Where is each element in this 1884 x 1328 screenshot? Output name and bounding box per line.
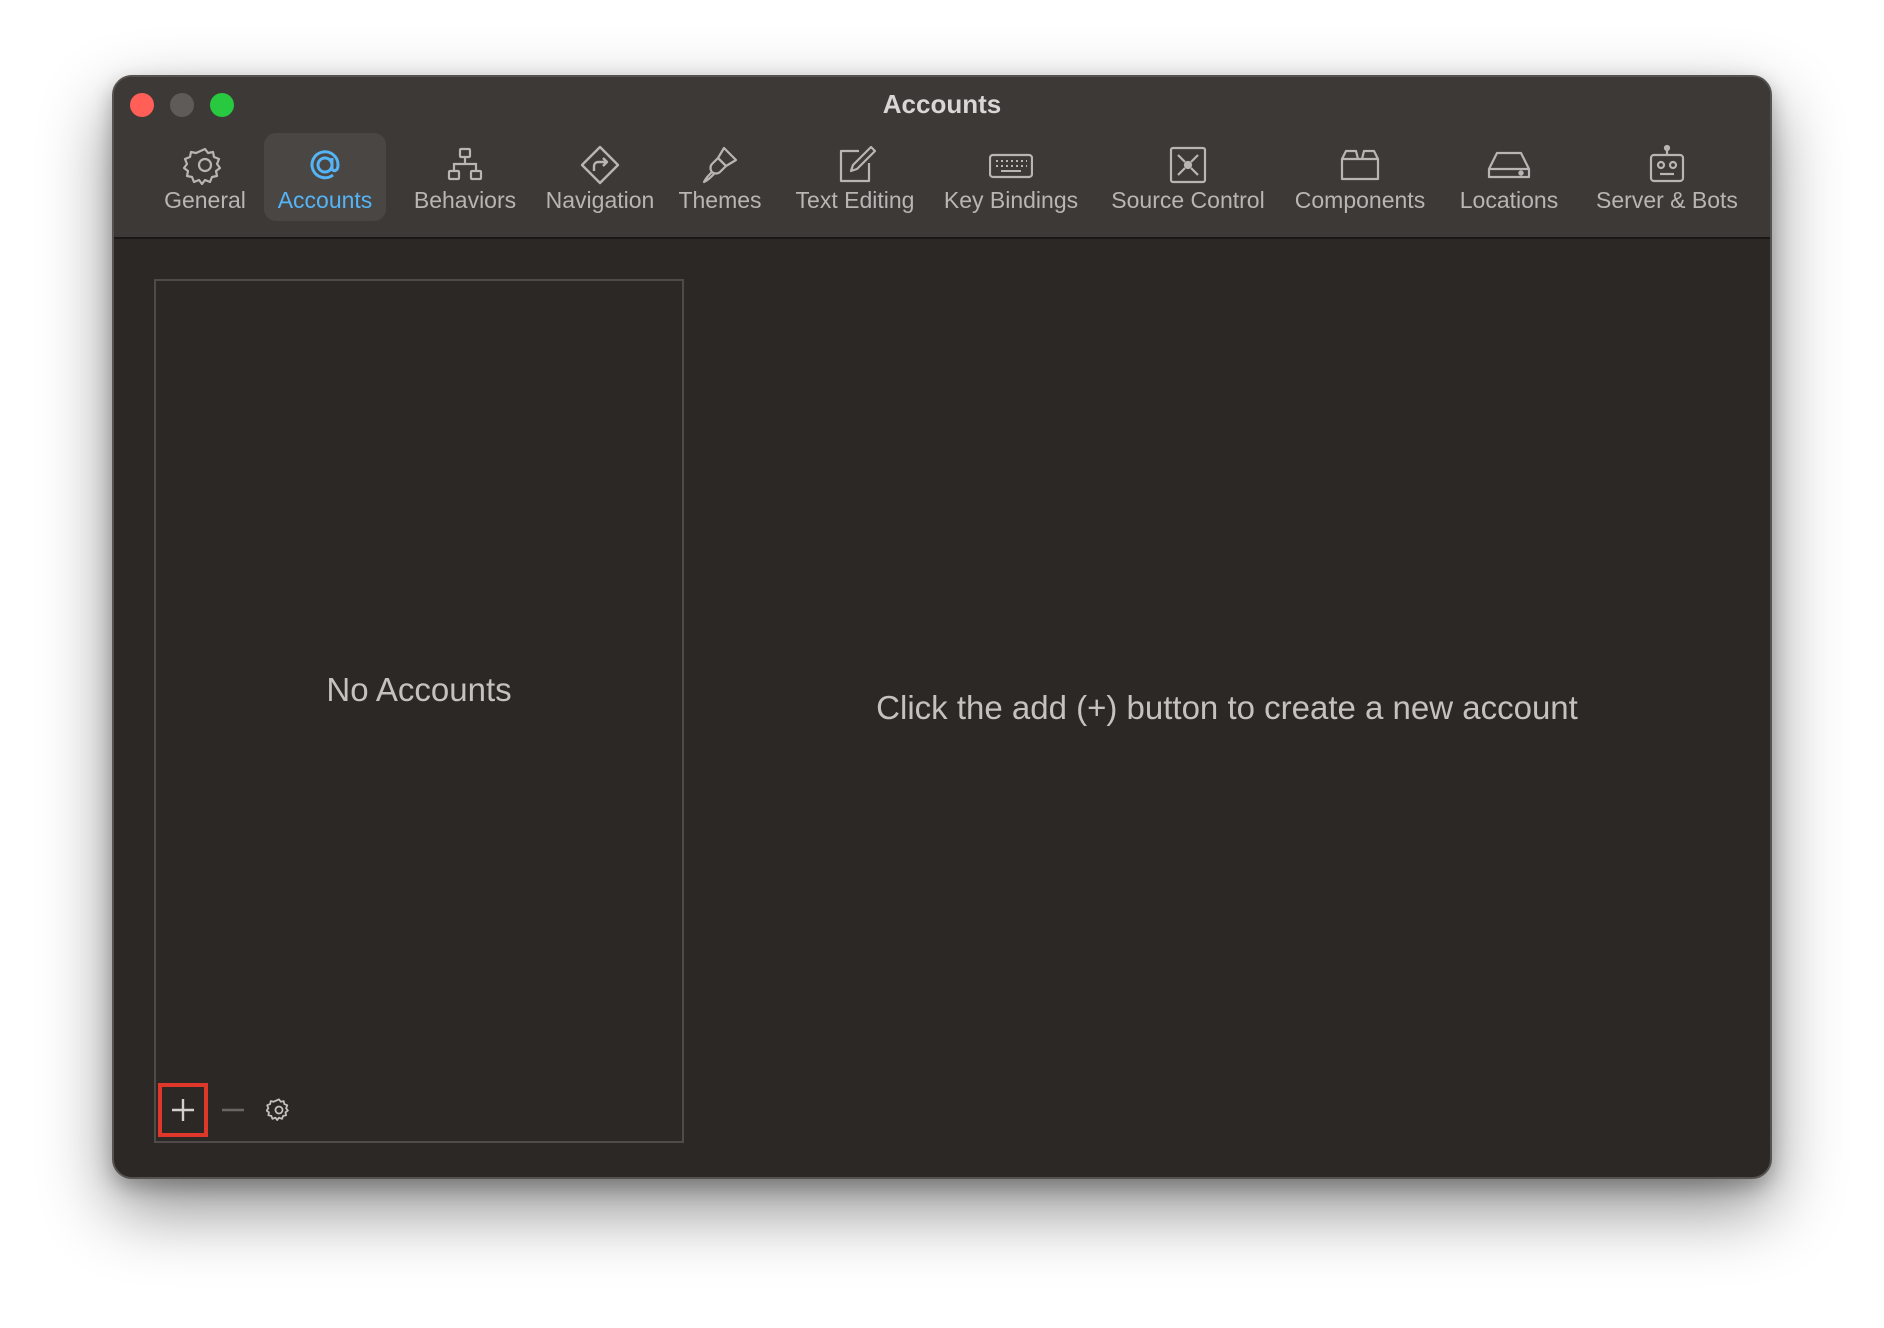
tab-label: Behaviors <box>413 187 517 213</box>
titlebar: Accounts General Accounts Behaviors Navi… <box>114 77 1770 239</box>
minus-icon <box>222 1108 244 1112</box>
at-sign-icon <box>264 143 386 187</box>
accounts-list[interactable]: No Accounts <box>154 279 684 1143</box>
box-icon <box>1286 143 1434 187</box>
tab-label: Server & Bots <box>1596 187 1738 213</box>
preferences-window: Accounts General Accounts Behaviors Navi… <box>112 75 1772 1179</box>
tab-label: Text Editing <box>795 187 915 213</box>
tab-label: Locations <box>1459 187 1559 213</box>
preferences-toolbar: General Accounts Behaviors Navigation Th… <box>114 133 1770 225</box>
paintbrush-icon <box>666 143 774 187</box>
account-options-button[interactable] <box>254 1083 304 1137</box>
plus-icon <box>172 1099 194 1121</box>
content-area: No Accounts Click the add (+) button to … <box>114 239 1770 1177</box>
keyboard-icon <box>936 143 1086 187</box>
tab-label: General <box>164 187 246 213</box>
tab-server-bots[interactable]: Server & Bots <box>1582 133 1752 221</box>
tab-navigation[interactable]: Navigation <box>534 133 666 221</box>
tab-label: Themes <box>678 187 762 213</box>
hierarchy-icon <box>396 143 534 187</box>
drive-icon <box>1444 143 1574 187</box>
tab-label: Source Control <box>1111 187 1265 213</box>
tab-themes[interactable]: Themes <box>666 133 774 221</box>
tab-label: Key Bindings <box>943 187 1079 213</box>
gear-icon <box>154 143 256 187</box>
source-control-icon <box>1100 143 1276 187</box>
tab-general[interactable]: General <box>154 133 256 221</box>
navigation-arrow-icon <box>534 143 666 187</box>
tab-source-control[interactable]: Source Control <box>1100 133 1276 221</box>
tab-behaviors[interactable]: Behaviors <box>396 133 534 221</box>
tab-components[interactable]: Components <box>1286 133 1434 221</box>
tab-label: Navigation <box>545 187 655 213</box>
empty-accounts-label: No Accounts <box>326 671 512 708</box>
gear-icon <box>266 1098 289 1121</box>
pencil-square-icon <box>784 143 926 187</box>
tab-text-editing[interactable]: Text Editing <box>784 133 926 221</box>
tab-locations[interactable]: Locations <box>1444 133 1574 221</box>
remove-account-button[interactable] <box>208 1083 258 1137</box>
tab-label: Components <box>1294 187 1426 213</box>
empty-detail-message: Click the add (+) button to create a new… <box>876 689 1578 726</box>
tab-key-bindings[interactable]: Key Bindings <box>936 133 1086 221</box>
tab-accounts[interactable]: Accounts <box>264 133 386 221</box>
window-title: Accounts <box>882 89 1002 119</box>
robot-icon <box>1582 143 1752 187</box>
add-account-button[interactable] <box>158 1083 208 1137</box>
tab-label: Accounts <box>277 187 373 213</box>
